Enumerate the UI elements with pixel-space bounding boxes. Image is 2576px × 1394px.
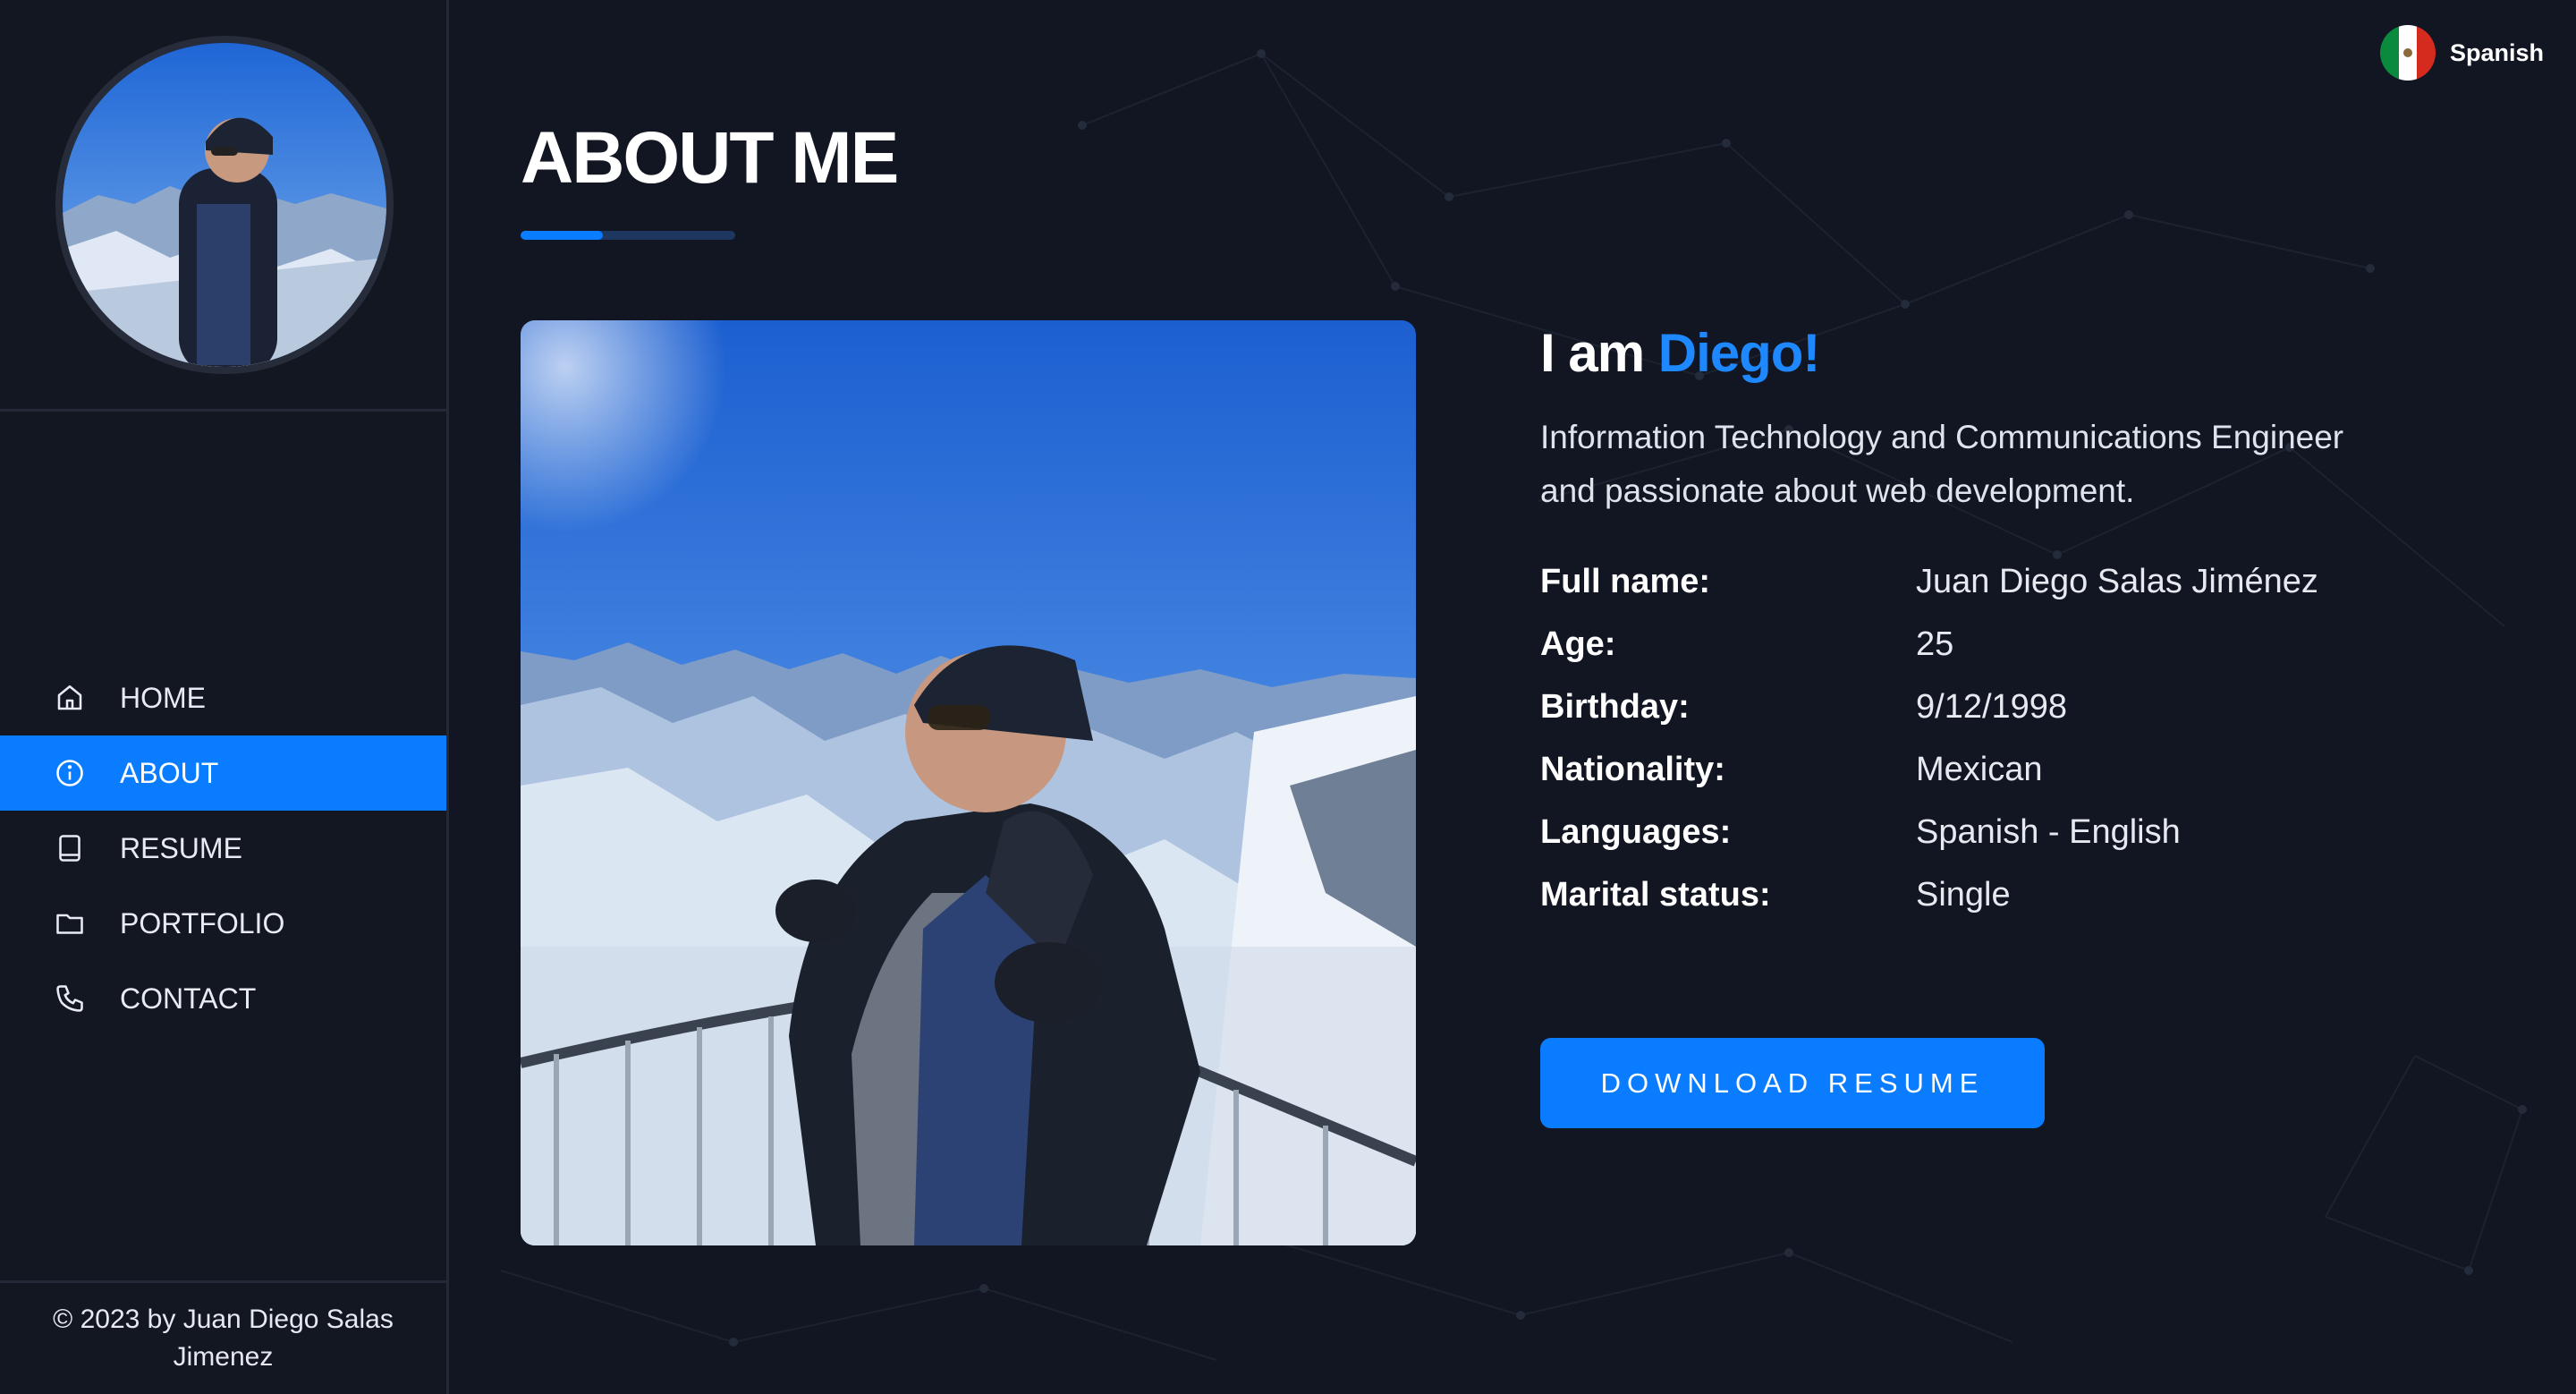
mexico-flag-icon [2379, 25, 2436, 81]
nav-label-about: ABOUT [120, 756, 219, 789]
fact-label: Marital status: [1540, 875, 1771, 914]
greeting-heading: I am Diego! [1540, 322, 2435, 384]
download-resume-button[interactable]: DOWNLOAD RESUME [1540, 1038, 2045, 1128]
fact-value: Juan Diego Salas Jiménez [1916, 562, 2318, 600]
page-title: ABOUT ME [521, 117, 899, 199]
nav-label-resume: RESUME [120, 831, 242, 864]
home-icon [54, 682, 86, 714]
profile-photo [521, 320, 1416, 1245]
nav-label-portfolio: PORTFOLIO [120, 906, 285, 939]
nav-label-home: HOME [120, 681, 206, 714]
fact-row: Birthday: 9/12/1998 [1540, 676, 2435, 738]
fact-label: Full name: [1540, 562, 1711, 600]
personal-facts: Full name: Juan Diego Salas Jiménez Age:… [1540, 550, 2435, 926]
sidebar: HOME ABOUT RESUME PORTFOLIO CONTACT © 20… [0, 0, 449, 1394]
about-section: ABOUT ME I am Diego! Information Technol… [449, 0, 2576, 1394]
profile-avatar [55, 36, 394, 374]
phone-icon [54, 982, 86, 1015]
title-underline [521, 231, 735, 240]
fact-label: Birthday: [1540, 687, 1690, 726]
fact-value: Spanish - English [1916, 812, 2181, 851]
nav-item-contact[interactable]: CONTACT [0, 961, 446, 1036]
about-info: I am Diego! Information Technology and C… [1540, 322, 2435, 926]
intro-text: Information Technology and Communication… [1540, 419, 2344, 509]
book-icon [54, 832, 86, 864]
greeting-prefix: I am [1540, 323, 1658, 383]
greeting-name: Diego! [1657, 323, 1821, 383]
nav-label-contact: CONTACT [120, 982, 257, 1015]
main-navigation: HOME ABOUT RESUME PORTFOLIO CONTACT [0, 660, 446, 1036]
fact-row: Age: 25 [1540, 613, 2435, 676]
language-label: Spanish [2449, 38, 2544, 66]
fact-row: Full name: Juan Diego Salas Jiménez [1540, 550, 2435, 613]
fact-row: Marital status: Single [1540, 863, 2435, 926]
fact-value: Mexican [1916, 750, 2043, 788]
fact-value: Single [1916, 875, 2011, 914]
fact-value: 9/12/1998 [1916, 687, 2068, 726]
fact-label: Nationality: [1540, 750, 1725, 788]
language-switcher[interactable]: Spanish [2379, 25, 2544, 81]
fact-row: Nationality: Mexican [1540, 738, 2435, 801]
nav-item-resume[interactable]: RESUME [0, 811, 446, 886]
copyright-footer: © 2023 by Juan Diego Salas Jimenez [0, 1280, 446, 1394]
nav-item-portfolio[interactable]: PORTFOLIO [0, 886, 446, 961]
fact-label: Age: [1540, 625, 1616, 663]
nav-item-home[interactable]: HOME [0, 660, 446, 735]
avatar-section [0, 0, 446, 412]
folder-icon [54, 907, 86, 939]
fact-row: Languages: Spanish - English [1540, 801, 2435, 863]
fact-label: Languages: [1540, 812, 1732, 851]
nav-item-about[interactable]: ABOUT [0, 735, 446, 811]
info-icon [54, 757, 86, 789]
fact-value: 25 [1916, 625, 1954, 663]
